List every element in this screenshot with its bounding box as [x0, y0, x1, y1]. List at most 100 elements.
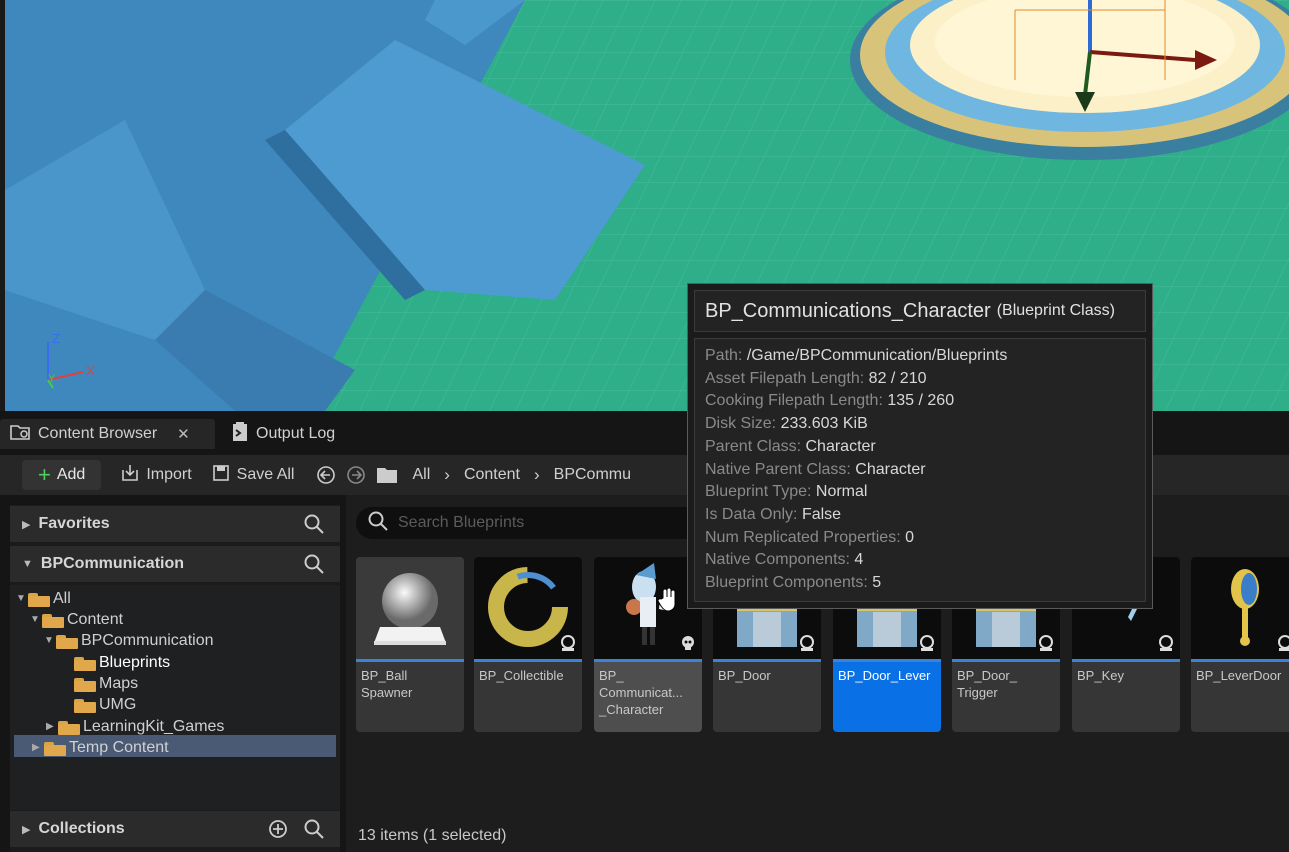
breadcrumb-separator-icon[interactable]: › [444, 465, 450, 485]
tree-item-label: Content [67, 610, 124, 628]
breadcrumb-bpcommunication[interactable]: BPCommu [554, 466, 631, 484]
asset-label: BP_Door [718, 668, 771, 683]
breadcrumb-all[interactable]: All [412, 466, 430, 484]
tree-item-label: Maps [99, 674, 139, 692]
output-log-icon [232, 421, 248, 447]
search-icon[interactable] [304, 819, 324, 844]
asset-thumbnail [1191, 557, 1289, 659]
add-button[interactable]: + Add [22, 460, 102, 490]
tooltip-value: 0 [905, 528, 914, 546]
history-forward-icon[interactable] [346, 465, 366, 485]
tree-item-maps[interactable]: Maps [74, 673, 138, 694]
folder-icon [74, 655, 96, 671]
tab-content-browser[interactable]: Content Browser ✕ [0, 419, 215, 449]
add-collection-icon[interactable] [268, 819, 288, 844]
expand-arrow-icon[interactable]: ▶ [22, 518, 30, 531]
project-header[interactable]: ▼ BPCommunication [10, 546, 340, 582]
asset-label: BP_ Communicat... _Character [599, 668, 683, 717]
tree-item-label: UMG [99, 695, 137, 713]
search-icon[interactable] [304, 514, 324, 539]
history-back-icon[interactable] [316, 465, 336, 485]
tooltip-key: Blueprint Type: [705, 483, 812, 501]
tooltip-row: Num Replicated Properties: 0 [705, 527, 1135, 550]
tree-item-temp-content[interactable]: ▶ Temp Content [32, 737, 169, 758]
tooltip-key: Asset Filepath Length: [705, 369, 865, 387]
actor-badge-icon [1158, 635, 1174, 651]
tree-item-content[interactable]: ▼ Content [30, 609, 123, 630]
tooltip-value: Normal [815, 483, 868, 501]
folder-icon [74, 676, 96, 692]
tooltip-key: Native Components: [705, 551, 850, 569]
tree-item-blueprints[interactable]: Blueprints [74, 652, 170, 673]
asset-thumbnail [356, 557, 464, 659]
tooltip-key: Blueprint Components: [705, 574, 868, 592]
collapse-arrow-icon[interactable]: ▼ [44, 635, 56, 646]
asset-type-line [713, 659, 821, 662]
asset-tile-bp-ball-spawner[interactable]: BP_Ball Spawner [356, 557, 464, 732]
import-button[interactable]: Import [121, 464, 192, 487]
asset-type-line [356, 659, 464, 662]
tree-item-umg[interactable]: UMG [74, 694, 136, 715]
collections-label: Collections [38, 820, 125, 837]
folder-open-icon [28, 591, 50, 607]
save-all-button[interactable]: Save All [212, 464, 295, 487]
favorites-label: Favorites [38, 515, 110, 532]
tooltip-key: Is Data Only: [705, 505, 798, 523]
folder-icon [74, 697, 96, 713]
tooltip-row: Blueprint Type: Normal [705, 481, 1135, 504]
collections-header[interactable]: ▶ Collections [10, 811, 340, 847]
tree-item-learningkit-games[interactable]: ▶ LearningKit_Games [46, 716, 224, 737]
collapse-arrow-icon[interactable]: ▼ [16, 593, 28, 604]
tooltip-value: 233.603 KiB [780, 415, 868, 433]
hand-cursor-icon [657, 587, 679, 617]
search-input[interactable]: Search Blueprints [356, 507, 716, 539]
tree-item-bpcommunication[interactable]: ▼ BPCommunication [44, 630, 214, 651]
asset-tile-bp-communications-character[interactable]: BP_ Communicat... _Character [594, 557, 702, 732]
save-all-button-label: Save All [236, 466, 295, 483]
search-icon[interactable] [304, 554, 324, 579]
asset-label: BP_Door_Lever [838, 668, 931, 683]
asset-label: BP_Ball Spawner [361, 668, 413, 700]
tree-item-all[interactable]: ▼ All [16, 588, 71, 609]
folder-open-icon [42, 612, 64, 628]
plus-icon: + [38, 462, 51, 487]
tooltip-value: 4 [854, 551, 864, 569]
asset-type-line [833, 659, 941, 662]
tab-output-log[interactable]: Output Log [222, 419, 352, 449]
asset-tile-bp-collectible[interactable]: BP_Collectible [474, 557, 582, 732]
breadcrumb-separator-icon[interactable]: › [534, 465, 540, 485]
actor-badge-icon [560, 635, 576, 651]
tooltip-row: Is Data Only: False [705, 504, 1135, 527]
expand-arrow-icon[interactable]: ▶ [32, 742, 44, 753]
tooltip-row: Cooking Filepath Length: 135 / 260 [705, 390, 1135, 413]
tooltip-value: 135 / 260 [887, 392, 955, 410]
asset-label: BP_Key [1077, 668, 1124, 683]
close-tab-icon[interactable]: ✕ [177, 425, 190, 443]
tree-item-label: Blueprints [99, 653, 171, 671]
asset-type-line [594, 659, 702, 662]
folder-icon[interactable] [376, 466, 398, 484]
collapse-arrow-icon[interactable]: ▼ [22, 558, 33, 570]
tooltip-row: Native Components: 4 [705, 549, 1135, 572]
tooltip-value: Character [805, 437, 876, 455]
folder-icon [58, 719, 80, 735]
expand-arrow-icon[interactable]: ▶ [22, 823, 30, 836]
project-label: BPCommunication [40, 555, 185, 572]
favorites-header[interactable]: ▶ Favorites [10, 506, 340, 542]
tree-item-label: Temp Content [69, 738, 169, 756]
asset-label: BP_Collectible [479, 668, 564, 683]
skull-icon [680, 635, 696, 651]
asset-type-line [952, 659, 1060, 662]
tooltip-key: Num Replicated Properties: [705, 528, 901, 546]
folder-icon [44, 740, 66, 756]
tree-item-label: BPCommunication [81, 631, 214, 649]
breadcrumb-content[interactable]: Content [464, 466, 520, 484]
asset-type-line [474, 659, 582, 662]
asset-tile-bp-leverdoor[interactable]: BP_LeverDoor [1191, 557, 1289, 732]
expand-arrow-icon[interactable]: ▶ [46, 721, 58, 732]
tooltip-row: Parent Class: Character [705, 436, 1135, 459]
tooltip-value: /Game/BPCommunication/Blueprints [746, 347, 1008, 364]
add-button-label: Add [56, 466, 86, 483]
tab-output-log-label: Output Log [256, 425, 336, 442]
collapse-arrow-icon[interactable]: ▼ [30, 614, 42, 625]
